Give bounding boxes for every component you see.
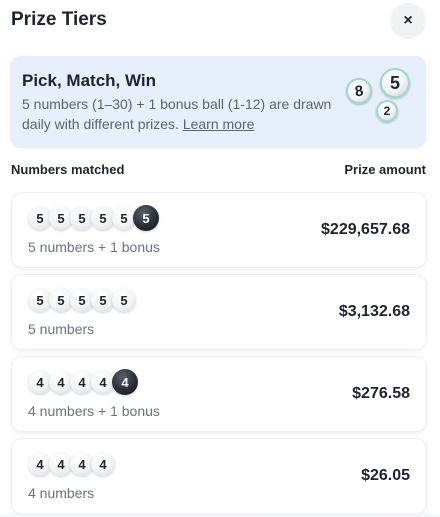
tier-label: 5 numbers xyxy=(28,321,95,337)
tier-prize-amount: $26.05 xyxy=(361,467,410,484)
decorative-ball-8: 8 xyxy=(344,76,374,106)
dialog-header: Prize Tiers × xyxy=(10,0,430,42)
prize-tier-row: 44444 4 numbers + 1 bonus $276.58 xyxy=(12,357,426,431)
tier-label: 4 numbers xyxy=(28,485,95,501)
decorative-ball-2: 2 xyxy=(376,100,398,122)
prize-tier-row: 555555 5 numbers + 1 bonus $229,657.68 xyxy=(12,193,426,267)
prize-amount-header: Prize amount xyxy=(344,162,426,177)
column-headers: Numbers matched Prize amount xyxy=(10,162,426,180)
game-info-banner: Pick, Match, Win 5 numbers (1–30) + 1 bo… xyxy=(10,56,426,148)
bonus-ball: 4 xyxy=(112,369,138,395)
dialog-title: Prize Tiers xyxy=(11,9,107,30)
number-ball: 4 xyxy=(91,452,115,476)
banner-description: 5 numbers (1–30) + 1 bonus ball (1-12) a… xyxy=(22,94,332,134)
tier-label: 5 numbers + 1 bonus xyxy=(28,239,160,255)
tier-label: 4 numbers + 1 bonus xyxy=(28,403,160,419)
matched-balls: 4444 xyxy=(28,452,115,476)
banner-title: Pick, Match, Win xyxy=(22,71,156,90)
banner-description-text: 5 numbers (1–30) + 1 bonus ball (1-12) a… xyxy=(22,96,332,132)
learn-more-link[interactable]: Learn more xyxy=(183,116,255,132)
bottom-fade xyxy=(0,512,440,517)
matched-balls: 555555 xyxy=(28,205,159,231)
tier-prize-amount: $3,132.68 xyxy=(338,303,410,320)
numbers-matched-header: Numbers matched xyxy=(11,162,125,177)
close-icon: × xyxy=(403,12,413,29)
matched-balls: 44444 xyxy=(28,369,138,395)
tier-prize-amount: $229,657.68 xyxy=(321,221,410,238)
bonus-ball: 5 xyxy=(133,205,159,231)
tier-prize-amount: $276.58 xyxy=(352,385,410,402)
decorative-ball-5: 5 xyxy=(380,68,410,98)
prize-tiers-dialog: Prize Tiers × Pick, Match, Win 5 numbers… xyxy=(0,0,440,517)
close-button[interactable]: × xyxy=(390,3,426,39)
prize-tier-row: 4444 4 numbers $26.05 xyxy=(12,439,426,513)
number-ball: 5 xyxy=(112,288,136,312)
matched-balls: 55555 xyxy=(28,288,136,312)
prize-tier-row: 55555 5 numbers $3,132.68 xyxy=(12,275,426,349)
